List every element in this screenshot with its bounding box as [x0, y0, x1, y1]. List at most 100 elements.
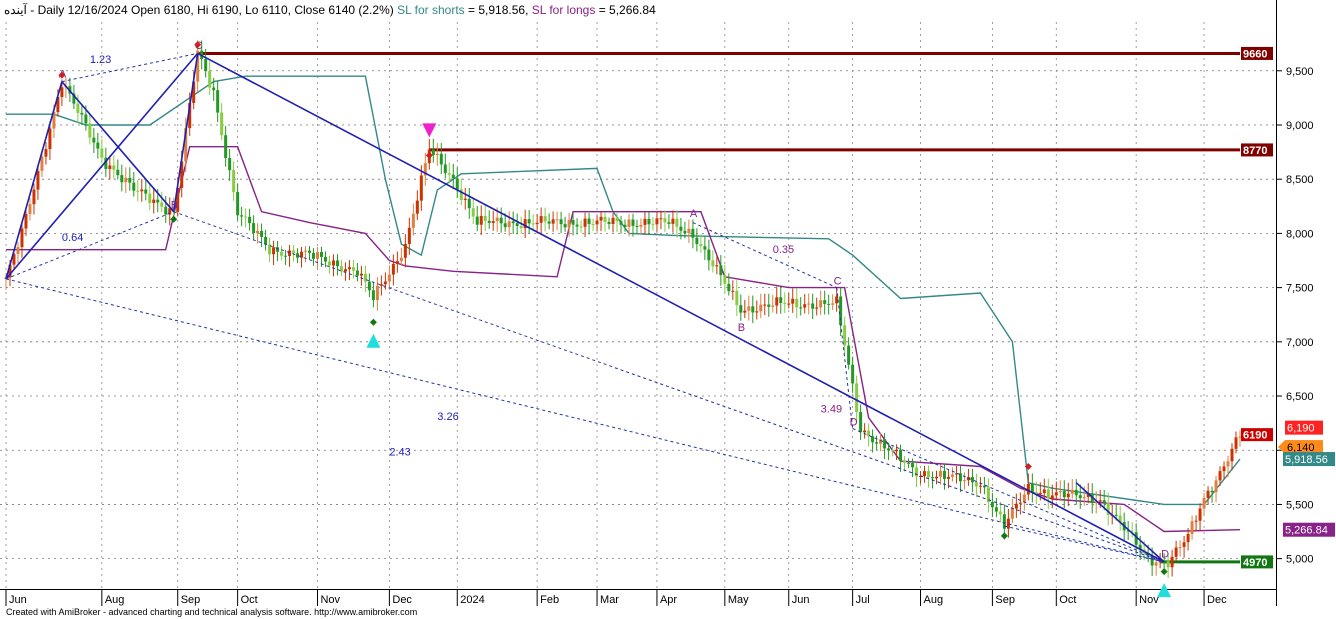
lo-value: 6110 [262, 3, 288, 17]
candle-body [930, 477, 934, 479]
candle-body [108, 165, 112, 169]
candle-body [1042, 489, 1046, 494]
candle-body [391, 263, 395, 275]
candle-body [1194, 520, 1198, 522]
candle-body [228, 158, 232, 171]
x-tick-label: Jul [856, 594, 870, 606]
candle-body [419, 175, 423, 201]
candle-body [555, 219, 559, 221]
change-value: (2.2%) [358, 3, 393, 17]
candle-body [319, 252, 323, 257]
candle-body [543, 216, 547, 222]
candle-body [615, 217, 619, 222]
candle-body [599, 216, 603, 221]
candle-body [663, 218, 667, 223]
candle-body [28, 204, 32, 215]
candle-body [355, 270, 359, 276]
candle-body [611, 217, 615, 224]
sl-longs-line [6, 145, 1241, 533]
candle-body [140, 189, 144, 192]
x-tick-label: Nov [320, 594, 340, 606]
candle-body [994, 507, 998, 512]
candle-body [631, 219, 635, 226]
pivot-label: A [690, 208, 698, 220]
candle-body [1050, 495, 1054, 499]
candle-body [1066, 493, 1070, 498]
candle-body [723, 275, 727, 284]
buy-signal-arrow [366, 333, 381, 348]
candle-body [767, 304, 771, 307]
candle-body [667, 222, 671, 224]
candle-body [399, 257, 403, 262]
x-tick-label: Jun [9, 594, 27, 606]
y-tick-label: 8,000 [1286, 228, 1314, 240]
price-chart: آينده - Daily 12/16/2024 Open 6180, Hi 6… [0, 0, 1335, 617]
candle-body [84, 114, 88, 124]
candle-body [827, 303, 831, 305]
candle-body [479, 215, 483, 225]
candle-body [343, 269, 347, 272]
y-tick-label: 7,500 [1286, 283, 1314, 295]
candle-body [647, 218, 651, 225]
candle-body [60, 87, 64, 98]
header-period: Daily [38, 3, 65, 17]
candle-body [1210, 490, 1214, 493]
ratio-label: 0.35 [773, 244, 794, 256]
candle-body [312, 252, 316, 259]
candle-body [1062, 491, 1066, 498]
candle-body [315, 252, 319, 259]
candle-body [152, 199, 156, 203]
candle-body [735, 290, 739, 306]
pivot-label: C [834, 275, 842, 287]
candle-body [447, 173, 451, 175]
x-tick-label: 2024 [460, 594, 484, 606]
candle-body [527, 219, 531, 224]
price-tag-pointer [1278, 440, 1285, 455]
candle-body [974, 482, 978, 487]
candle-body [579, 226, 583, 228]
candle-body [236, 192, 240, 216]
candle-body [40, 156, 44, 171]
candle-body [639, 224, 643, 227]
price-tag: 6,140 [1278, 440, 1323, 455]
candle-body [787, 303, 791, 305]
close-value: 6140 [328, 3, 355, 17]
candle-body [659, 218, 663, 220]
candle-body [791, 298, 795, 304]
candle-body [1058, 491, 1062, 493]
candle-body [471, 208, 475, 217]
candle-body [499, 217, 503, 224]
candle-body [32, 189, 36, 205]
pivot-diamond [425, 151, 433, 159]
candle-body [1174, 547, 1178, 557]
sl-shorts-line [6, 75, 1241, 506]
candle-body [367, 281, 371, 291]
candle-body [895, 449, 899, 452]
series-layer [6, 51, 1241, 564]
candle-body [539, 216, 543, 223]
candle-body [831, 303, 835, 305]
candle-body [20, 228, 24, 248]
candle-body [88, 123, 92, 138]
pivot-label: B [171, 199, 178, 211]
candle-body [304, 250, 308, 252]
candle-body [771, 305, 775, 307]
candle-body [799, 307, 803, 309]
candle-body [982, 485, 986, 488]
pivot-label: B [738, 322, 745, 334]
candle-body [511, 221, 515, 224]
candle-body [116, 169, 120, 176]
y-tick-label: 8,500 [1286, 174, 1314, 186]
buy-signal-arrow [1157, 583, 1172, 598]
candle-body [779, 297, 783, 303]
sl-shorts-label: SL for shorts [397, 3, 465, 17]
candle-body [950, 474, 954, 477]
candle-body [687, 228, 691, 234]
candle-body [978, 485, 982, 487]
candle-body [551, 219, 555, 224]
candle-body [607, 221, 611, 224]
candle-body [1198, 508, 1202, 521]
candle-body [938, 470, 942, 477]
ticker-name: آينده [4, 2, 28, 17]
candle-body [719, 265, 723, 276]
